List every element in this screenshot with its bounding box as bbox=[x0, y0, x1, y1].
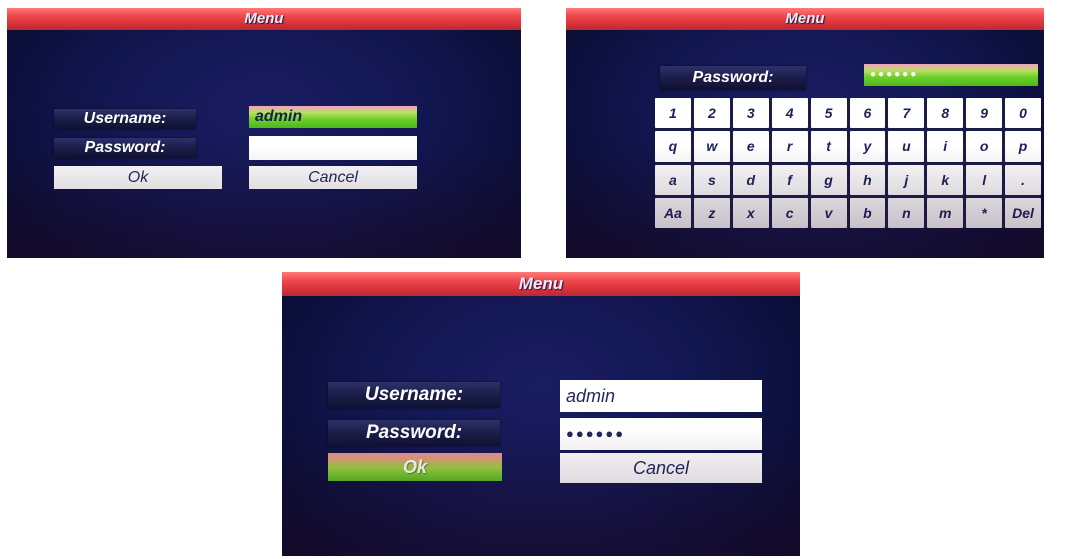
key-f[interactable]: f bbox=[771, 164, 808, 195]
key-8[interactable]: 8 bbox=[927, 98, 964, 129]
key-z[interactable]: z bbox=[693, 197, 730, 228]
key-u[interactable]: u bbox=[888, 131, 925, 162]
key-g[interactable]: g bbox=[810, 164, 847, 195]
login-screen-2: Menu Username: admin Password: ●●●●●● Ok… bbox=[282, 272, 800, 556]
password-label: Password: bbox=[328, 420, 500, 446]
menu-title: Menu bbox=[785, 10, 825, 27]
key-v[interactable]: v bbox=[810, 197, 847, 228]
key-a[interactable]: a bbox=[655, 164, 691, 195]
ok-button[interactable]: Ok bbox=[54, 166, 222, 189]
key-6[interactable]: 6 bbox=[849, 98, 886, 129]
key-n[interactable]: n bbox=[888, 197, 925, 228]
username-label: Username: bbox=[54, 109, 196, 129]
key-d[interactable]: d bbox=[732, 164, 769, 195]
key-w[interactable]: w bbox=[693, 131, 730, 162]
password-label: Password: bbox=[54, 138, 196, 158]
key-4[interactable]: 4 bbox=[771, 98, 808, 129]
password-field[interactable] bbox=[249, 136, 417, 160]
key-r[interactable]: r bbox=[771, 131, 808, 162]
key-p[interactable]: p bbox=[1005, 131, 1041, 162]
key-5[interactable]: 5 bbox=[810, 98, 847, 129]
key-c[interactable]: c bbox=[771, 197, 808, 228]
key-x[interactable]: x bbox=[732, 197, 769, 228]
key-l[interactable]: l bbox=[966, 164, 1003, 195]
key-9[interactable]: 9 bbox=[966, 98, 1003, 129]
key-e[interactable]: e bbox=[732, 131, 769, 162]
menu-title: Menu bbox=[518, 274, 564, 293]
cancel-button[interactable]: Cancel bbox=[249, 166, 417, 189]
key-j[interactable]: j bbox=[888, 164, 925, 195]
password-label: Password: bbox=[660, 66, 806, 90]
key-7[interactable]: 7 bbox=[888, 98, 925, 129]
key-y[interactable]: y bbox=[849, 131, 886, 162]
ok-button[interactable]: Ok bbox=[328, 453, 502, 481]
key-2[interactable]: 2 bbox=[693, 98, 730, 129]
key-0[interactable]: 0 bbox=[1005, 98, 1041, 129]
key-s[interactable]: s bbox=[693, 164, 730, 195]
menu-title: Menu bbox=[244, 10, 284, 27]
login-screen-1: Menu Username: admin Password: Ok Cancel bbox=[7, 8, 521, 258]
key-3[interactable]: 3 bbox=[732, 98, 769, 129]
username-field[interactable]: admin bbox=[249, 106, 417, 128]
key-q[interactable]: q bbox=[655, 131, 691, 162]
key-del[interactable]: Del bbox=[1005, 197, 1041, 228]
key-h[interactable]: h bbox=[849, 164, 886, 195]
cancel-button[interactable]: Cancel bbox=[560, 453, 762, 483]
password-field[interactable]: ●●●●●● bbox=[864, 64, 1038, 86]
menu-title-bar: Menu bbox=[282, 272, 800, 296]
menu-title-bar: Menu bbox=[7, 8, 521, 30]
key-t[interactable]: t bbox=[810, 131, 847, 162]
key-aa[interactable]: Aa bbox=[655, 197, 691, 228]
username-field[interactable]: admin bbox=[560, 380, 762, 412]
key-m[interactable]: m bbox=[927, 197, 964, 228]
on-screen-keyboard: 1 2 3 4 5 6 7 8 9 0 q w e r t y u i o p a s d f g h j k l. Aa z x c v b n m *… bbox=[655, 98, 1041, 228]
key-o[interactable]: o bbox=[966, 131, 1003, 162]
username-label: Username: bbox=[328, 382, 500, 408]
menu-title-bar: Menu bbox=[566, 8, 1044, 30]
key-k[interactable]: k bbox=[927, 164, 964, 195]
key-1[interactable]: 1 bbox=[655, 98, 691, 129]
key-asterisk[interactable]: * bbox=[966, 197, 1003, 228]
keyboard-screen: Menu Password: ●●●●●● 1234567890 qwertyui… bbox=[566, 8, 1044, 258]
key-period[interactable]: . bbox=[1005, 164, 1041, 195]
password-field[interactable]: ●●●●●● bbox=[560, 418, 762, 450]
key-b[interactable]: b bbox=[849, 197, 886, 228]
key-i[interactable]: i bbox=[927, 131, 964, 162]
